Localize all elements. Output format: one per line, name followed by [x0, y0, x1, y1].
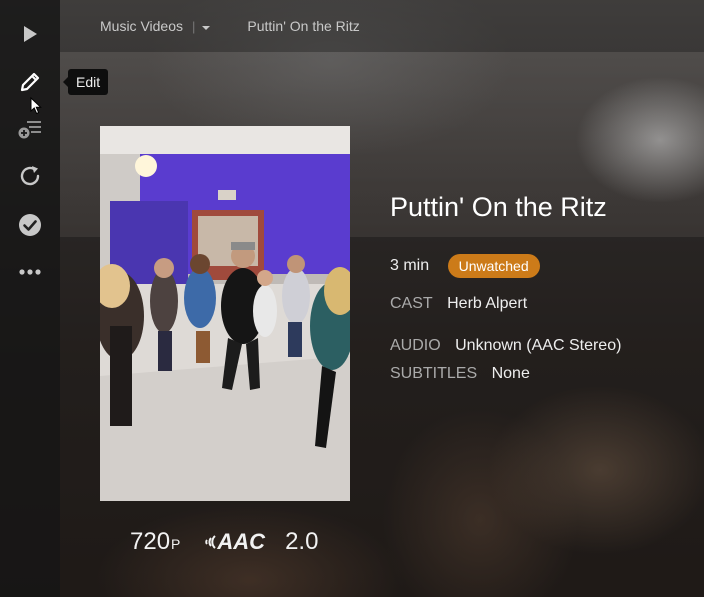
- watch-status-badge[interactable]: Unwatched: [447, 254, 540, 278]
- refresh-button[interactable]: [14, 160, 46, 192]
- mark-watched-icon: [19, 214, 41, 236]
- subtitles-label: SUBTITLES: [390, 365, 478, 382]
- audio-row: AUDIO Unknown (AAC Stereo): [390, 337, 621, 355]
- subtitles-row: SUBTITLES None: [390, 365, 530, 383]
- play-icon: [24, 26, 37, 42]
- add-to-playlist-button[interactable]: [14, 112, 46, 144]
- cast-label: CAST: [390, 295, 433, 312]
- codec-flags: 720 P AAC 2.0: [130, 526, 318, 558]
- play-button[interactable]: [14, 18, 46, 50]
- audio-label: AUDIO: [390, 337, 441, 354]
- breadcrumb-dropdown-button[interactable]: [201, 18, 211, 34]
- top-bar: Music Videos | Puttin' On the Ritz: [60, 0, 704, 52]
- video-poster[interactable]: [100, 126, 350, 501]
- resolution-flag: 720 P: [130, 528, 180, 556]
- breadcrumb-section[interactable]: Music Videos: [100, 18, 183, 34]
- edit-tooltip: Edit: [62, 69, 109, 95]
- edit-icon: [20, 72, 40, 92]
- video-title: Puttin' On the Ritz: [390, 192, 607, 222]
- add-to-playlist-icon: [18, 121, 41, 139]
- audio-codec-value: AAC: [217, 529, 266, 554]
- poster-image: [100, 126, 350, 501]
- caret-down-icon: [202, 26, 211, 30]
- cast-value[interactable]: Herb Alpert: [447, 295, 527, 312]
- subtitles-value[interactable]: None: [492, 365, 530, 382]
- audio-channels-flag: 2.0: [285, 528, 319, 555]
- audio-codec-flag: AAC: [200, 529, 265, 555]
- audio-value[interactable]: Unknown (AAC Stereo): [455, 337, 621, 354]
- breadcrumb-separator: |: [192, 18, 196, 34]
- edit-button[interactable]: [14, 66, 46, 98]
- action-rail: [0, 0, 60, 597]
- breadcrumb-current[interactable]: Puttin' On the Ritz: [247, 18, 359, 34]
- mark-watched-button[interactable]: [14, 209, 46, 241]
- more-button[interactable]: [14, 256, 46, 288]
- mouse-cursor-icon: [30, 97, 42, 115]
- refresh-icon: [20, 166, 40, 186]
- duration: 3 min: [390, 257, 430, 275]
- resolution-suffix: P: [171, 536, 181, 552]
- resolution-value: 720: [130, 528, 171, 555]
- duration-row: 3 min Unwatched: [390, 254, 540, 278]
- aac-logo-icon: [205, 535, 217, 549]
- more-icon: [19, 269, 41, 275]
- cast-row: CAST Herb Alpert: [390, 295, 527, 313]
